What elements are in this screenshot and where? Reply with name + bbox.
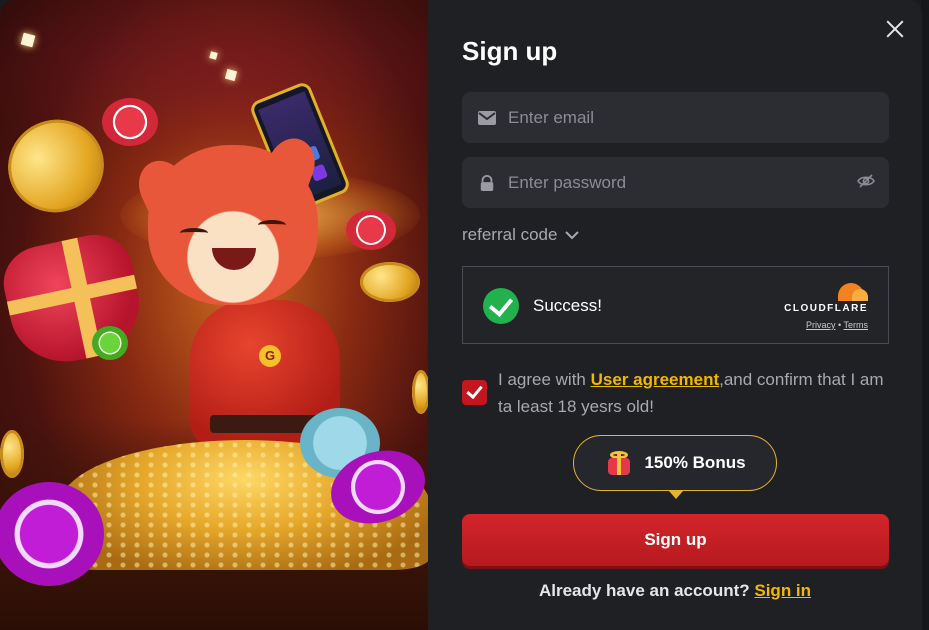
- terms-link[interactable]: Terms: [844, 320, 869, 330]
- bonus-badge: 150% Bonus: [573, 435, 777, 499]
- bonus-label: 150% Bonus: [644, 453, 746, 472]
- captcha-links: Privacy • Terms: [784, 320, 868, 330]
- close-icon[interactable]: [884, 18, 906, 40]
- poker-chip-green: [92, 326, 128, 360]
- heart-gift-box: [0, 227, 150, 373]
- agreement-text: I agree with User agreement,and confirm …: [498, 366, 889, 420]
- password-input[interactable]: [508, 172, 889, 193]
- referral-code-toggle[interactable]: referral code: [462, 225, 580, 245]
- mascot-head: [148, 145, 318, 305]
- user-agreement-link[interactable]: User agreement: [591, 370, 720, 389]
- signin-prompt: Already have an account?: [538, 581, 750, 600]
- coin: [412, 370, 428, 414]
- cloudflare-wordmark: CLOUDFLARE: [784, 303, 868, 314]
- password-field[interactable]: [462, 157, 889, 208]
- signup-button[interactable]: Sign up: [462, 514, 889, 566]
- signin-link[interactable]: Sign in: [754, 581, 811, 600]
- coin: [360, 262, 420, 302]
- mascot-eye: [180, 228, 208, 238]
- signup-modal: G Sign up Enter email referral code Succ…: [0, 0, 922, 630]
- backdrop: [921, 0, 929, 630]
- promo-illustration: G: [0, 0, 428, 630]
- chevron-down-icon: [565, 230, 580, 239]
- agreement-prefix: I agree with: [498, 370, 591, 389]
- agreement-row: I agree with User agreement,and confirm …: [462, 366, 889, 420]
- agreement-checkbox[interactable]: [462, 380, 487, 405]
- lock-icon: [480, 174, 494, 191]
- signup-panel: Sign up referral code: [428, 0, 922, 630]
- privacy-link[interactable]: Privacy: [806, 320, 836, 330]
- page-title: Sign up: [462, 36, 558, 66]
- signin-row: Already have an account? Sign in: [428, 581, 922, 601]
- email-input[interactable]: [508, 107, 889, 128]
- coin: [0, 430, 24, 478]
- mascot-badge: G: [259, 345, 281, 367]
- link-separator: •: [838, 320, 842, 330]
- envelope-icon: [478, 110, 496, 125]
- referral-code-label: referral code: [462, 225, 558, 244]
- eye-off-icon[interactable]: [857, 173, 875, 189]
- captcha-status: Success!: [533, 296, 602, 315]
- email-field[interactable]: [462, 92, 889, 143]
- poker-chip-red: [102, 98, 158, 146]
- mascot-eye: [258, 220, 286, 230]
- gift-box-icon: [604, 450, 634, 476]
- poker-chip-red: [346, 210, 396, 250]
- cloud-icon: [824, 281, 868, 301]
- captcha-widget[interactable]: Success! CLOUDFLARE Privacy • Terms: [462, 266, 889, 344]
- checkmark-circle-icon: [483, 288, 519, 324]
- cloudflare-logo: CLOUDFLARE Privacy • Terms: [784, 281, 868, 330]
